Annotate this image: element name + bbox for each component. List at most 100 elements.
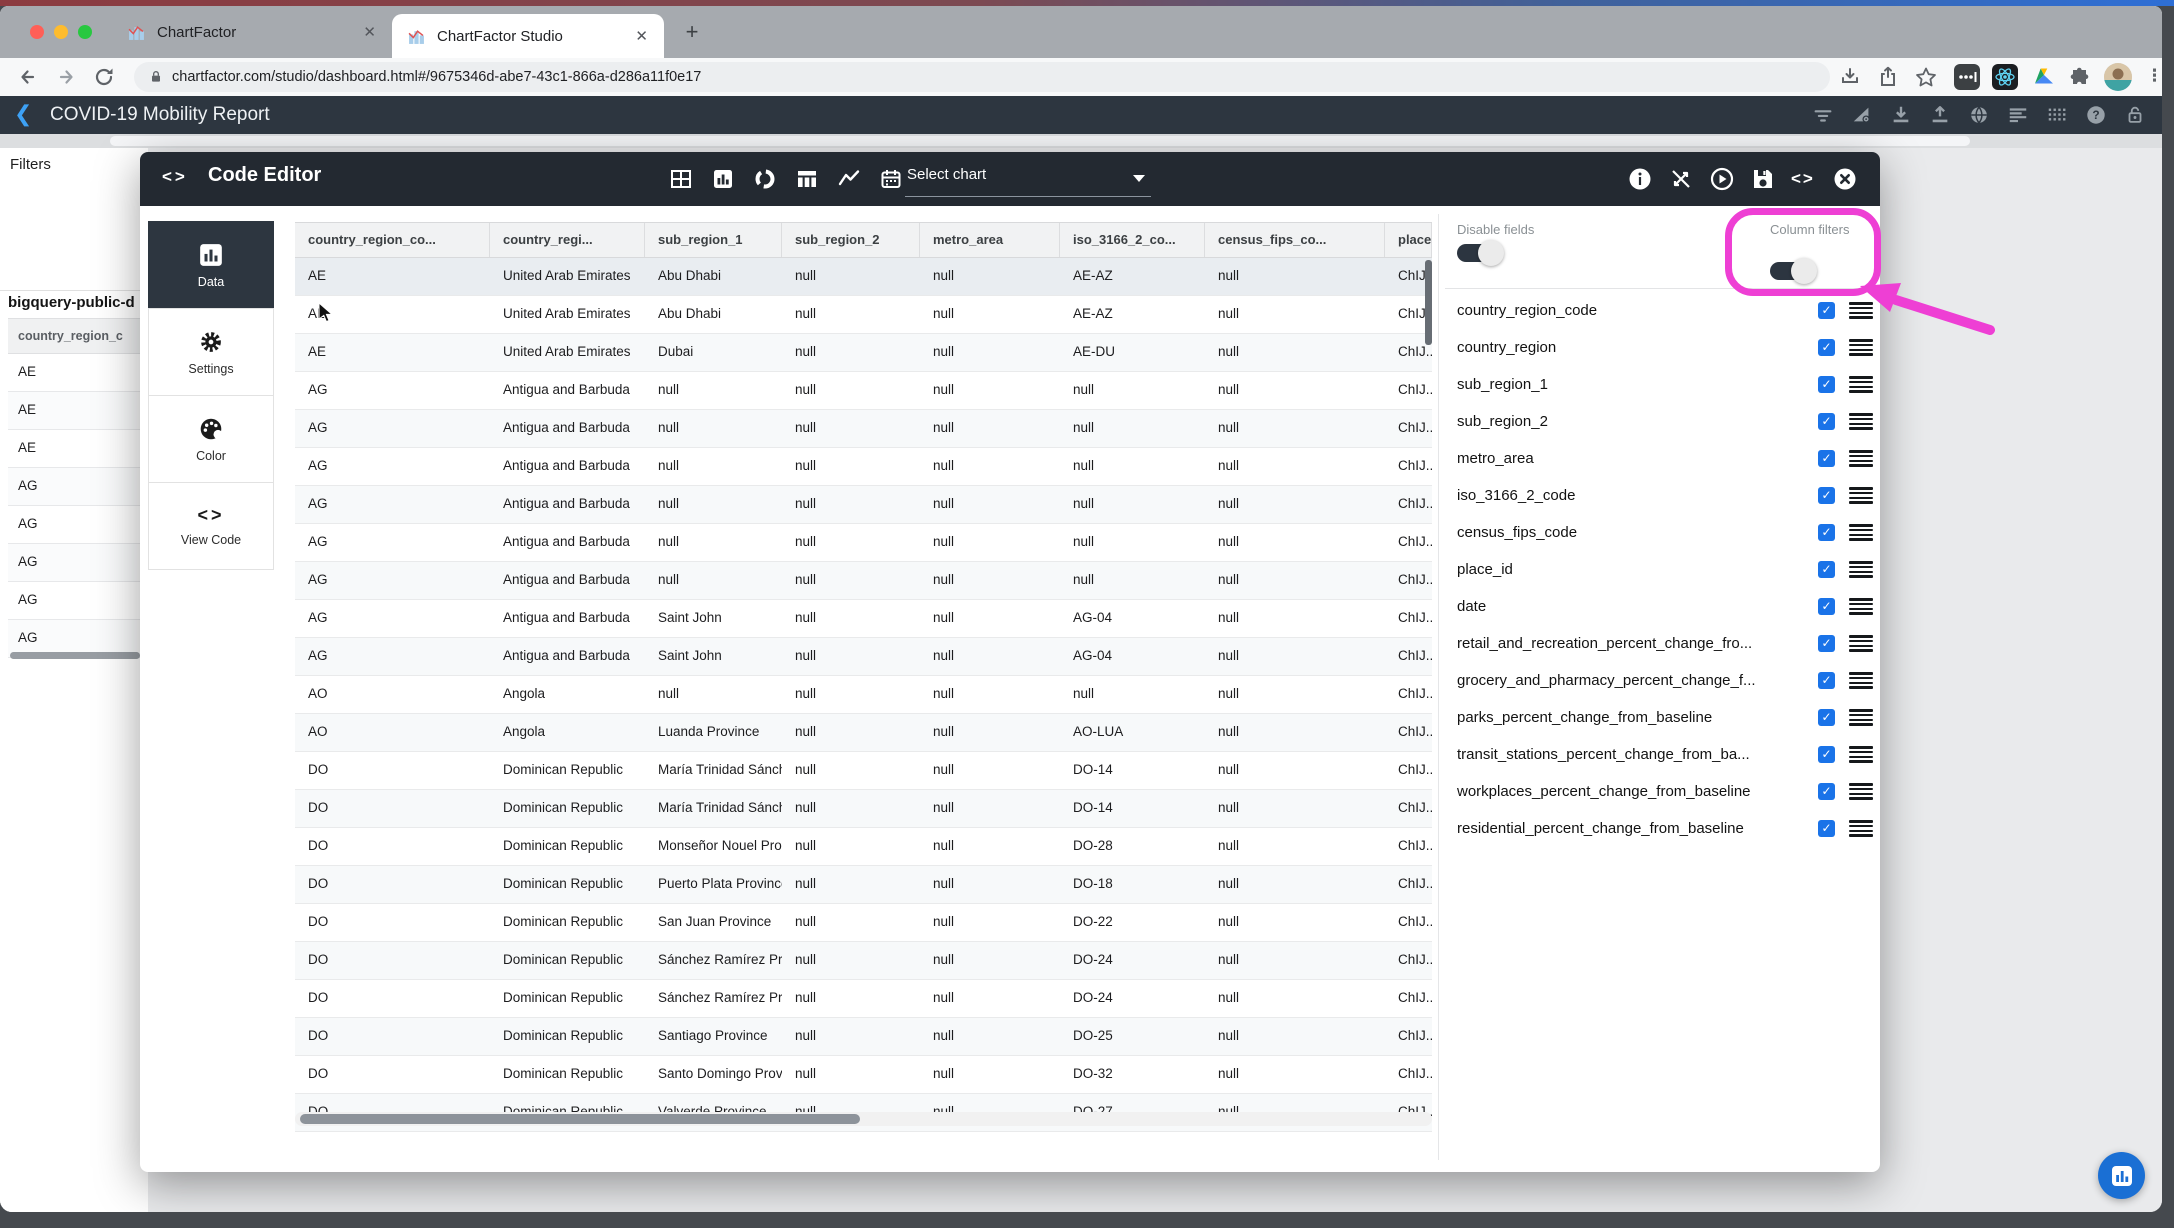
chevron-left-icon[interactable]: ❮ [14,101,32,127]
extensions-puzzle-icon[interactable] [2068,65,2092,89]
drag-handle-icon[interactable] [1849,300,1873,321]
field-checkbox[interactable]: ✓ [1818,561,1835,578]
forward-icon[interactable] [54,65,78,89]
table-row[interactable]: AOAngolanullnullnullnullnullChIJ... [295,676,1432,714]
filter-icon[interactable] [1812,104,1834,126]
grid-horizontal-scrollbar[interactable] [295,1112,1432,1126]
field-checkbox[interactable]: ✓ [1818,746,1835,763]
disable-fields-toggle[interactable] [1457,244,1497,262]
table-row[interactable]: AGAntigua and Barbudanullnullnullnullnul… [295,562,1432,600]
field-checkbox[interactable]: ✓ [1818,524,1835,541]
drag-handle-icon[interactable] [1849,707,1873,728]
upload-icon[interactable] [1929,104,1951,126]
table-row[interactable]: AGAntigua and Barbudanullnullnullnullnul… [295,372,1432,410]
select-chart-dropdown[interactable]: Select chart [905,162,1151,197]
table-row[interactable]: DODominican RepublicMonseñor Nouel Provi… [295,828,1432,866]
save-icon[interactable] [1750,166,1776,192]
drag-handle-icon[interactable] [1849,744,1873,765]
profile-avatar[interactable] [2104,63,2132,91]
column-header[interactable]: sub_region_2 [782,223,920,257]
calendar-icon[interactable] [878,167,904,191]
field-checkbox[interactable]: ✓ [1818,339,1835,356]
drag-handle-icon[interactable] [1849,670,1873,691]
table-row[interactable]: AGAntigua and BarbudaSaint JohnnullnullA… [295,600,1432,638]
drag-handle-icon[interactable] [1849,781,1873,802]
table-row[interactable]: AEUnited Arab EmiratesAbu DhabinullnullA… [295,258,1432,296]
trend-line-icon[interactable] [836,167,862,191]
field-checkbox[interactable]: ✓ [1818,413,1835,430]
filter-table-row[interactable]: AG [8,506,148,544]
drag-handle-icon[interactable] [1849,596,1873,617]
grid-dots-icon[interactable] [2046,104,2068,126]
tab-view-code[interactable]: <> View Code [148,482,274,570]
page-horizontal-scrollbar[interactable] [0,134,2162,148]
drag-handle-icon[interactable] [1849,337,1873,358]
new-tab-button[interactable]: + [678,18,706,46]
bar-chart-icon[interactable] [710,167,736,191]
field-checkbox[interactable]: ✓ [1818,598,1835,615]
table-row[interactable]: AGAntigua and Barbudanullnullnullnullnul… [295,524,1432,562]
filter-table-row[interactable]: AE [8,392,148,430]
tab-color[interactable]: Color [148,395,274,483]
field-checkbox[interactable]: ✓ [1818,635,1835,652]
column-header[interactable]: metro_area [920,223,1060,257]
table-row[interactable]: AGAntigua and Barbudanullnullnullnullnul… [295,410,1432,448]
donut-chart-icon[interactable] [752,167,778,191]
run-icon[interactable] [1709,166,1735,192]
drag-handle-icon[interactable] [1849,374,1873,395]
filter-table-row[interactable]: AG [8,544,148,582]
table-row[interactable]: DODominican RepublicSantiago Provincenul… [295,1018,1432,1056]
filter-table-row[interactable]: AE [8,430,148,468]
drive-extension-icon[interactable] [2032,65,2056,89]
column-header[interactable]: census_fips_co... [1205,223,1385,257]
field-checkbox[interactable]: ✓ [1818,783,1835,800]
drag-handle-icon[interactable] [1849,485,1873,506]
table-row[interactable]: AEUnited Arab EmiratesDubainullnullAE-DU… [295,334,1432,372]
table-row[interactable]: DODominican RepublicSanto Domingo Provin… [295,1056,1432,1094]
bookmark-star-icon[interactable] [1914,65,1938,89]
close-tab-icon[interactable]: ✕ [363,23,376,41]
drag-handle-icon[interactable] [1849,818,1873,839]
drag-handle-icon[interactable] [1849,633,1873,654]
table-row[interactable]: DODominican RepublicSánchez Ramírez Prov… [295,980,1432,1018]
table-row[interactable]: DODominican RepublicSánchez Ramírez Prov… [295,942,1432,980]
info-icon[interactable] [1627,166,1653,192]
field-checkbox[interactable]: ✓ [1818,302,1835,319]
minimize-window-button[interactable] [54,25,68,39]
align-left-icon[interactable] [2007,104,2029,126]
drag-handle-icon[interactable] [1849,411,1873,432]
drag-handle-icon[interactable] [1849,448,1873,469]
url-bar[interactable]: chartfactor.com/studio/dashboard.html#/9… [134,62,1830,92]
field-checkbox[interactable]: ✓ [1818,376,1835,393]
help-icon[interactable]: ? [2085,104,2107,126]
field-checkbox[interactable]: ✓ [1818,709,1835,726]
close-icon[interactable] [1832,166,1858,192]
grid-vertical-scrollbar[interactable] [1425,260,1432,345]
close-tab-icon[interactable]: ✕ [635,27,648,45]
filter-table-row[interactable]: AG [8,468,148,506]
table-row[interactable]: AEUnited Arab EmiratesAbu DhabinullnullA… [295,296,1432,334]
tab-chartfactor[interactable]: ChartFactor ✕ [112,6,392,58]
field-checkbox[interactable]: ✓ [1818,672,1835,689]
field-checkbox[interactable]: ✓ [1818,487,1835,504]
maximize-window-button[interactable] [78,25,92,39]
table-row[interactable]: DODominican RepublicMaría Trinidad Sánch… [295,752,1432,790]
field-checkbox[interactable]: ✓ [1818,820,1835,837]
field-checkbox[interactable]: ✓ [1818,450,1835,467]
lock-icon[interactable] [2124,104,2146,126]
grid-chart-icon[interactable] [668,167,694,191]
react-devtools-extension-icon[interactable] [1992,64,2018,90]
globe-icon[interactable] [1968,104,1990,126]
floating-chart-button[interactable] [2098,1152,2145,1199]
chart-settings-icon[interactable] [1851,104,1873,126]
column-header[interactable]: country_region_co... [295,223,490,257]
menu-kebab-icon[interactable]: ⋮ [2146,66,2162,86]
table-row[interactable]: AGAntigua and Barbudanullnullnullnullnul… [295,486,1432,524]
share-icon[interactable] [1876,65,1900,89]
column-header[interactable]: country_regi... [490,223,645,257]
filter-table-row[interactable]: AE [8,354,148,392]
column-header[interactable]: sub_region_1 [645,223,782,257]
download-icon[interactable] [1890,104,1912,126]
filter-table-scrollbar[interactable] [10,652,140,659]
filter-table-column-header[interactable]: country_region_c [8,318,148,354]
